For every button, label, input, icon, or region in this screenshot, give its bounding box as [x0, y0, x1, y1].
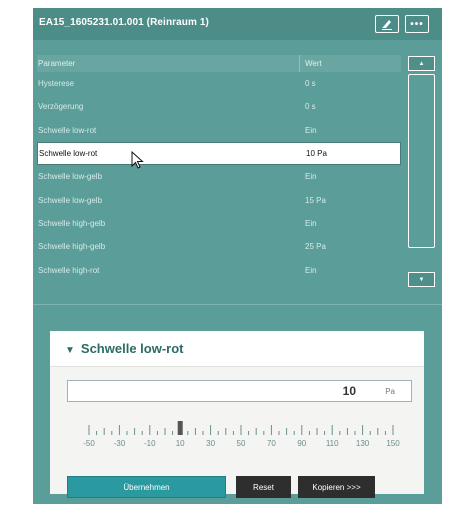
table-row[interactable]: Schwelle high-gelb 25 Pa — [37, 235, 401, 258]
slider-tick-label: 130 — [356, 439, 370, 448]
triangle-down-icon: ▼ — [65, 345, 75, 356]
row-value: 10 Pa — [306, 149, 327, 159]
row-param: Hysterese — [38, 79, 75, 89]
col-value-header: Wert — [305, 59, 322, 68]
table-row[interactable]: Schwelle high-rot Ein — [37, 258, 401, 281]
window-title: EA15_1605231.01.001 (Reinraum 1) — [39, 17, 209, 28]
reset-button[interactable]: Reset — [236, 476, 291, 498]
table-row[interactable]: Schwelle high-gelb Ein — [37, 212, 401, 235]
slider-tick-label: 90 — [297, 439, 306, 448]
window-titlebar: EA15_1605231.01.001 (Reinraum 1) ••• — [33, 8, 442, 40]
value-unit: Pa — [385, 387, 395, 396]
slider-tick-label: -30 — [114, 439, 126, 448]
mouse-cursor-icon — [131, 151, 144, 169]
slider-scale: -50 -30 -10 10 30 50 70 90 110 130 150 — [83, 421, 400, 448]
edit-button[interactable] — [375, 15, 399, 33]
row-value: Ein — [305, 172, 317, 182]
editor-title-text: Schwelle low-rot — [80, 341, 184, 356]
row-param: Schwelle low-rot — [38, 125, 97, 135]
row-value: 0 s — [305, 102, 316, 112]
section-divider — [33, 304, 442, 305]
table-row-selected[interactable]: Schwelle low-rot 10 Pa — [37, 141, 401, 166]
editor-title: ▼ Schwelle low-rot — [65, 341, 183, 356]
chevron-down-icon: ▼ — [418, 276, 425, 283]
table-row[interactable]: Verzögerung 0 s — [37, 95, 401, 118]
column-divider — [299, 55, 300, 72]
slider-tick-label: 50 — [237, 439, 246, 448]
row-value: 0 s — [305, 79, 316, 89]
slider-tick-label: 30 — [206, 439, 215, 448]
row-value: Ein — [305, 218, 317, 228]
slider-handle[interactable] — [177, 421, 183, 435]
row-param: Schwelle high-rot — [38, 265, 100, 275]
row-value: 25 Pa — [305, 242, 326, 252]
value-input[interactable]: 10 Pa — [67, 380, 412, 402]
more-icon: ••• — [410, 18, 424, 30]
table-row[interactable]: Schwelle low-rot Ein — [37, 119, 401, 142]
col-parameter-header: Parameter — [38, 59, 76, 68]
edit-icon — [382, 19, 392, 30]
row-param: Schwelle high-gelb — [38, 218, 106, 228]
table-row[interactable]: Hysterese 0 s — [37, 72, 401, 95]
apply-button[interactable]: Übernehmen — [67, 476, 226, 498]
slider-tick-label: 150 — [386, 439, 400, 448]
value-slider[interactable]: -50 -30 -10 10 30 50 70 90 110 130 150 — [67, 411, 412, 461]
row-param: Schwelle high-gelb — [38, 242, 106, 252]
slider-tick-label: -50 — [83, 439, 95, 448]
copy-button[interactable]: Kopieren >>> — [298, 476, 375, 498]
row-param: Schwelle low-rot — [39, 149, 98, 159]
row-param: Schwelle low-gelb — [38, 172, 103, 182]
more-button[interactable]: ••• — [405, 15, 429, 33]
parameter-table: Parameter Wert Hysterese 0 s Verzögerung… — [37, 55, 401, 282]
row-value: Ein — [305, 125, 317, 135]
scrollbar-track[interactable] — [408, 74, 435, 248]
row-param: Verzögerung — [38, 102, 84, 112]
row-value: Ein — [305, 265, 317, 275]
row-value: 15 Pa — [305, 195, 326, 205]
slider-tick-label: 70 — [267, 439, 276, 448]
table-header: Parameter Wert — [37, 55, 401, 72]
device-window: EA15_1605231.01.001 (Reinraum 1) ••• Par… — [33, 8, 442, 504]
editor-header[interactable]: ▼ Schwelle low-rot — [50, 331, 424, 367]
scroll-up-button[interactable]: ▲ — [408, 56, 435, 71]
scroll-down-button[interactable]: ▼ — [408, 272, 435, 287]
editor-panel: ▼ Schwelle low-rot 10 Pa -50 -30 -10 10 30 50 7… — [50, 331, 424, 498]
slider-tick-label: 110 — [326, 439, 339, 448]
value-number: 10 — [342, 384, 356, 398]
table-row[interactable]: Schwelle low-gelb Ein — [37, 165, 401, 188]
slider-tick-label: 10 — [176, 439, 185, 448]
table-row[interactable]: Schwelle low-gelb 15 Pa — [37, 188, 401, 211]
row-param: Schwelle low-gelb — [38, 195, 103, 205]
chevron-up-icon: ▲ — [418, 60, 425, 67]
slider-tick-label: -10 — [144, 439, 156, 448]
